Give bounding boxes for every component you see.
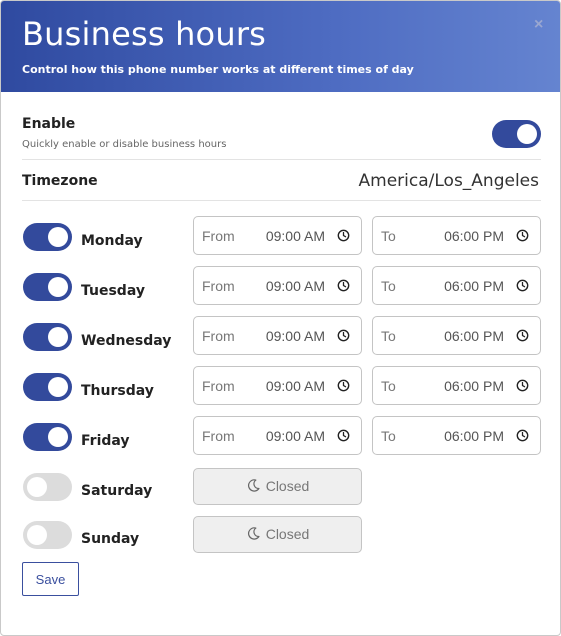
dialog-subtitle: Control how this phone number works at d… [22, 63, 414, 76]
from-time-input-thursday[interactable]: From 09:00 AM [193, 366, 362, 405]
toggle-knob [48, 377, 68, 397]
time-prefix: From [202, 378, 235, 394]
closed-indicator-saturday: Closed [193, 468, 362, 505]
time-prefix: To [381, 278, 396, 294]
enable-label: Enable [22, 116, 76, 132]
toggle-knob [48, 427, 68, 447]
time-prefix: From [202, 428, 235, 444]
timezone-value[interactable]: America/Los_Angeles [359, 171, 539, 191]
time-value: 06:00 PM [444, 278, 504, 294]
enable-hint: Quickly enable or disable business hours [22, 139, 227, 150]
day-label-tuesday: Tuesday [81, 283, 145, 299]
timezone-label: Timezone [22, 173, 98, 189]
moon-icon [246, 478, 266, 494]
time-prefix: From [202, 328, 235, 344]
time-value: 09:00 AM [265, 328, 325, 344]
from-time-input-monday[interactable]: From 09:00 AM [193, 216, 362, 255]
time-prefix: To [381, 428, 396, 444]
clock-icon[interactable] [337, 429, 350, 442]
time-prefix: From [202, 228, 235, 244]
day-toggle-thursday[interactable] [23, 373, 72, 401]
time-value: 06:00 PM [444, 328, 504, 344]
day-toggle-monday[interactable] [23, 223, 72, 251]
day-label-friday: Friday [81, 433, 130, 449]
toggle-knob [48, 327, 68, 347]
day-label-saturday: Saturday [81, 483, 153, 499]
day-toggle-sunday[interactable] [23, 521, 72, 549]
dialog-title: Business hours [22, 15, 267, 53]
day-toggle-wednesday[interactable] [23, 323, 72, 351]
toggle-knob [48, 277, 68, 297]
clock-icon[interactable] [337, 329, 350, 342]
day-toggle-tuesday[interactable] [23, 273, 72, 301]
close-icon[interactable]: × [534, 16, 543, 34]
clock-icon[interactable] [337, 229, 350, 242]
day-toggle-friday[interactable] [23, 423, 72, 451]
toggle-knob [48, 227, 68, 247]
day-label-thursday: Thursday [81, 383, 154, 399]
divider [22, 159, 541, 160]
closed-content: Closed [194, 478, 361, 494]
time-value: 06:00 PM [444, 228, 504, 244]
time-prefix: From [202, 278, 235, 294]
clock-icon[interactable] [516, 279, 529, 292]
to-time-input-friday[interactable]: To 06:00 PM [372, 416, 541, 455]
to-time-input-tuesday[interactable]: To 06:00 PM [372, 266, 541, 305]
to-time-input-thursday[interactable]: To 06:00 PM [372, 366, 541, 405]
closed-indicator-sunday: Closed [193, 516, 362, 553]
toggle-knob [27, 525, 47, 545]
time-value: 09:00 AM [265, 428, 325, 444]
time-value: 09:00 AM [265, 228, 325, 244]
clock-icon[interactable] [516, 379, 529, 392]
closed-label: Closed [265, 526, 310, 542]
day-toggle-saturday[interactable] [23, 473, 72, 501]
divider [22, 200, 541, 201]
enable-toggle[interactable] [492, 120, 541, 148]
closed-content: Closed [194, 526, 361, 542]
from-time-input-wednesday[interactable]: From 09:00 AM [193, 316, 362, 355]
time-prefix: To [381, 378, 396, 394]
day-label-sunday: Sunday [81, 531, 140, 547]
clock-icon[interactable] [516, 229, 529, 242]
to-time-input-wednesday[interactable]: To 06:00 PM [372, 316, 541, 355]
from-time-input-tuesday[interactable]: From 09:00 AM [193, 266, 362, 305]
toggle-knob [517, 124, 537, 144]
to-time-input-monday[interactable]: To 06:00 PM [372, 216, 541, 255]
day-label-monday: Monday [81, 233, 143, 249]
clock-icon[interactable] [516, 429, 529, 442]
day-label-wednesday: Wednesday [81, 333, 172, 349]
moon-icon [246, 526, 266, 542]
clock-icon[interactable] [337, 379, 350, 392]
time-prefix: To [381, 328, 396, 344]
closed-label: Closed [265, 478, 310, 494]
clock-icon[interactable] [337, 279, 350, 292]
time-value: 09:00 AM [265, 378, 325, 394]
business-hours-dialog: Business hours Control how this phone nu… [0, 0, 561, 636]
clock-icon[interactable] [516, 329, 529, 342]
time-value: 06:00 PM [444, 378, 504, 394]
from-time-input-friday[interactable]: From 09:00 AM [193, 416, 362, 455]
dialog-header: Business hours Control how this phone nu… [1, 1, 560, 92]
time-prefix: To [381, 228, 396, 244]
time-value: 09:00 AM [265, 278, 325, 294]
save-button[interactable]: Save [22, 562, 79, 596]
toggle-knob [27, 477, 47, 497]
time-value: 06:00 PM [444, 428, 504, 444]
